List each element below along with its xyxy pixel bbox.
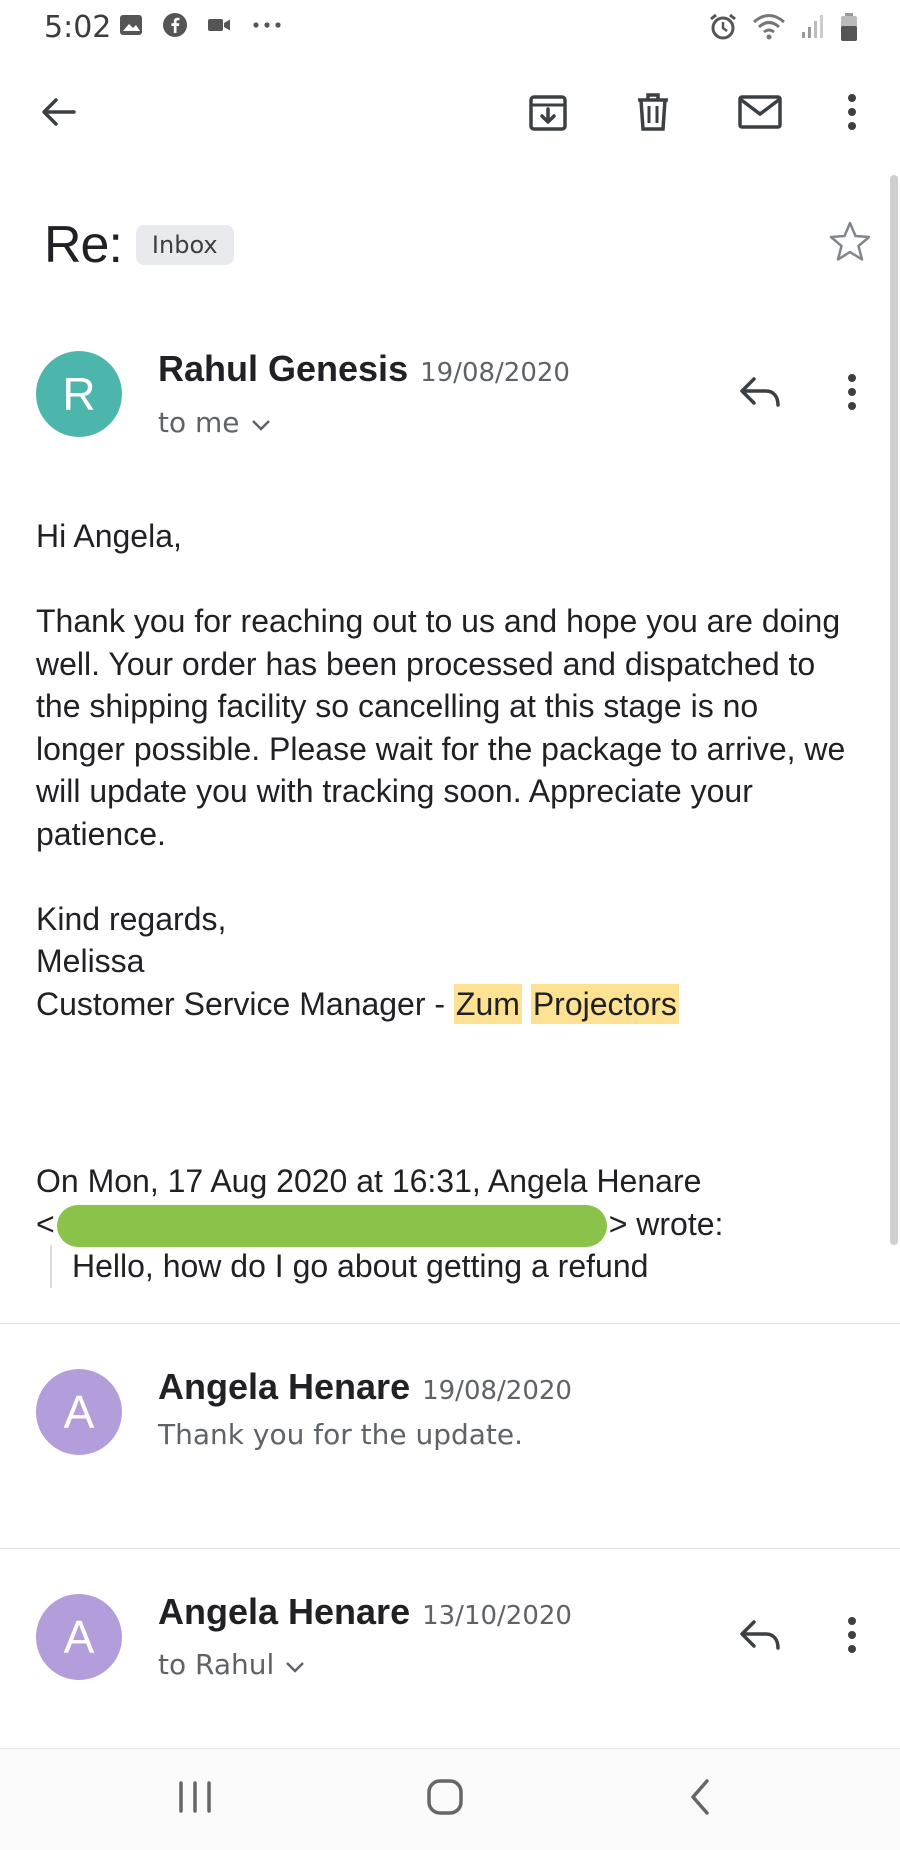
message-date: 19/08/2020 [420,358,570,388]
status-right-icons [708,12,858,47]
battery-icon [840,12,858,47]
system-nav-bar [0,1748,900,1850]
recipient-details-toggle[interactable]: to Rahul [158,1648,306,1681]
sender-name: Angela Henare [158,1366,411,1407]
facebook-icon [162,12,188,43]
mark-unread-icon [737,94,783,135]
home-button[interactable] [405,1771,485,1827]
more-vert-icon [846,372,858,417]
nav-back-button[interactable] [660,1771,740,1827]
signature-name: Melissa [36,943,145,979]
reply-button[interactable] [730,364,790,424]
signature-title: Customer Service Manager - Zum Projector… [36,983,856,1026]
mark-unread-button[interactable] [730,84,790,144]
recent-apps-button[interactable] [155,1771,235,1827]
star-outline-icon [827,219,873,270]
recipient-label: to Rahul [158,1648,275,1681]
highlighted-company-word: Zum [453,983,522,1024]
star-button[interactable] [820,214,880,274]
message-snippet: Thank you for the update. [158,1418,524,1451]
greeting: Hi Angela, [36,518,182,554]
alarm-icon [708,12,738,47]
divider [0,1548,900,1549]
divider [0,1323,900,1324]
sender-line: Angela Henare 19/08/2020 [158,1366,572,1408]
reply-button[interactable] [730,1607,790,1667]
subject-row: Re: Inbox [44,210,234,280]
inbox-label-chip[interactable]: Inbox [135,225,234,265]
back-arrow-icon [38,92,78,137]
recipient-details-toggle[interactable]: to me [158,406,272,439]
more-vert-icon [846,1615,858,1660]
chevron-down-icon [250,406,272,439]
avatar-letter: A [63,1611,95,1663]
home-icon [425,1777,465,1822]
status-bar: 5:02 [0,0,900,56]
recipient-label: to me [158,406,240,439]
archive-icon [527,91,569,138]
body-paragraph: Thank you for reaching out to us and hop… [36,603,846,852]
avatar[interactable]: A [36,1369,122,1455]
sender-name: Angela Henare [158,1591,411,1632]
back-button[interactable] [28,84,88,144]
avatar[interactable]: R [36,351,122,437]
quote-header-line: < > wrote: [36,1203,856,1248]
reply-icon [738,374,782,415]
message-more-button[interactable] [822,1607,882,1667]
status-left-icons [118,12,284,43]
trash-icon [633,91,673,138]
back-icon [685,1777,715,1822]
sender-line: Rahul Genesis 19/08/2020 [158,348,570,390]
avatar-letter: A [63,1386,95,1438]
sender-line: Angela Henare 13/10/2020 [158,1591,572,1633]
message-more-button[interactable] [822,364,882,424]
message-date: 13/10/2020 [422,1601,572,1631]
avatar[interactable]: A [36,1594,122,1680]
quote-header-wrote: > wrote: [608,1205,724,1242]
more-dots-icon [250,12,284,43]
recent-apps-icon [175,1780,215,1819]
quoted-text: Hello, how do I go about getting a refun… [50,1245,648,1288]
sender-name: Rahul Genesis [158,348,409,389]
wifi-icon [752,12,786,47]
email-subject: Re: [44,216,123,274]
quote-header-line: On Mon, 17 Aug 2020 at 16:31, Angela Hen… [36,1163,702,1199]
message-body: Hi Angela, Thank you for reaching out to… [36,515,856,1025]
more-options-button[interactable] [822,84,882,144]
redacted-email-address [56,1205,607,1248]
video-icon [206,12,232,43]
app-bar [0,70,900,156]
reply-icon [738,1617,782,1658]
chevron-down-icon [284,1648,306,1681]
highlighted-company-word: Projectors [530,983,679,1024]
signal-icon [800,12,826,47]
signature-title-prefix: Customer Service Manager - [36,985,454,1022]
message-date: 19/08/2020 [422,1376,572,1406]
archive-button[interactable] [518,84,578,144]
delete-button[interactable] [623,84,683,144]
status-time: 5:02 [44,10,112,45]
scrollbar[interactable] [890,175,898,1245]
quote-header: On Mon, 17 Aug 2020 at 16:31, Angela Hen… [36,1160,856,1248]
more-vert-icon [846,92,858,137]
signoff: Kind regards, [36,900,227,937]
image-icon [118,12,144,43]
avatar-letter: R [62,368,96,420]
quote-header-open: < [36,1205,55,1242]
